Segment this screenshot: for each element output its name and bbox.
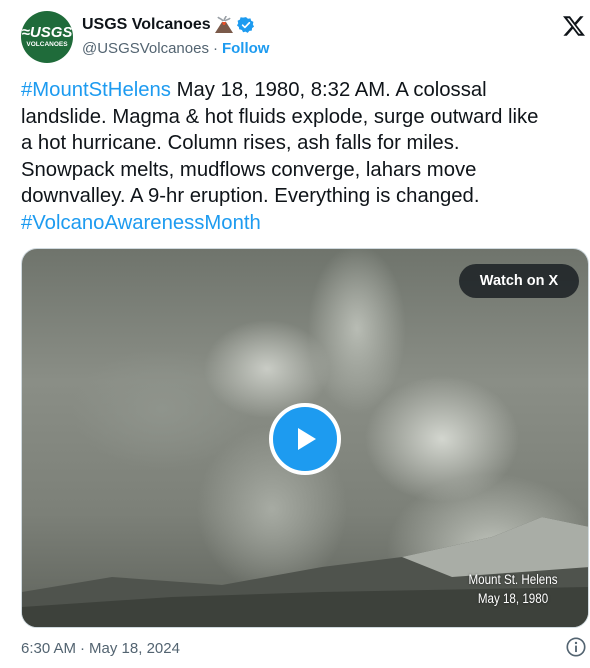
tweet-text: #MountStHelens May 18, 1980, 8:32 AM. A … [21, 77, 590, 236]
watch-on-x-button[interactable]: Watch on X [459, 264, 579, 298]
x-logo-icon[interactable] [562, 14, 586, 38]
tweet-line: #MountStHelens May 18, 1980, 8:32 AM. A … [21, 77, 590, 104]
caption-title: Mount St. Helens [468, 572, 558, 587]
hashtag-link[interactable]: #MountStHelens [21, 79, 171, 101]
play-button[interactable] [269, 403, 341, 475]
avatar[interactable]: ≈USGS VOLCANOES [21, 11, 73, 63]
tweet-line: #VolcanoAwarenessMonth [21, 210, 590, 237]
tweet-line-text: May 18, 1980, 8:32 AM. A colossal [170, 79, 487, 101]
handle-separator: · [212, 40, 218, 57]
volcano-emoji-icon [214, 16, 233, 33]
timestamp-date: May 18, 2024 [89, 640, 180, 657]
author-handle[interactable]: @USGSVolcanoes [82, 40, 209, 57]
avatar-logo-text: ≈USGS [21, 24, 73, 41]
timestamp-separator: · [80, 640, 86, 657]
tweet-line: landslide. Magma & hot fluids explode, s… [21, 105, 539, 128]
info-icon[interactable] [565, 636, 587, 658]
hashtag-link[interactable]: #VolcanoAwarenessMonth [21, 212, 261, 234]
author-handle-row: @USGSVolcanoes · Follow [82, 40, 269, 57]
video-caption: Mount St. Helens May 18, 1980 [466, 570, 561, 608]
video-thumbnail[interactable]: Watch on X Mount St. Helens May 18, 1980 [21, 248, 589, 628]
avatar-logo-subtext: VOLCANOES [26, 41, 68, 48]
tweet-line: Snowpack melts, mudflows converge, lahar… [21, 158, 477, 181]
tweet-card: ≈USGS VOLCANOES USGS Volcanoes @USGSVolc… [0, 0, 590, 668]
tweet-line: a hot hurricane. Column rises, ash falls… [21, 132, 460, 154]
author-name-row: USGS Volcanoes [82, 14, 255, 36]
play-icon [298, 428, 316, 450]
caption-date: May 18, 1980 [477, 591, 549, 606]
tweet-line: downvalley. A 9-hr eruption. Everything … [21, 185, 480, 207]
verified-badge-icon [236, 17, 254, 33]
author-display-name[interactable]: USGS Volcanoes [82, 16, 211, 34]
timestamp-time: 6:30 AM [21, 640, 77, 657]
follow-button[interactable]: Follow [222, 40, 270, 57]
tweet-timestamp[interactable]: 6:30 AM · May 18, 2024 [21, 640, 180, 657]
